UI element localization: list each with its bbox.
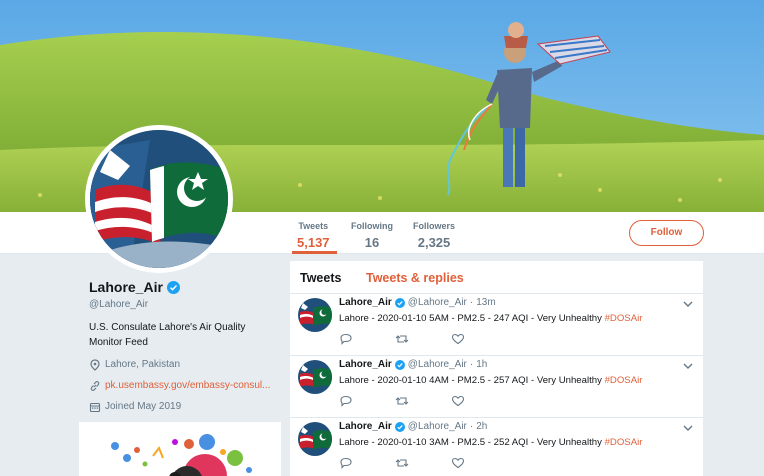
like-icon[interactable] [451,457,465,469]
link-icon [90,380,100,391]
following-stat-label: Following [351,221,393,231]
verified-badge-icon [394,297,405,308]
follow-button[interactable]: Follow [629,220,704,246]
tweet-text: Lahore - 2020-01-10 3AM - PM2.5 - 252 AQ… [339,437,642,448]
reply-icon[interactable] [339,395,353,407]
website-link[interactable]: pk.usembassy.gov/embassy-consul... [105,380,285,391]
nav-tweets-stat[interactable]: Tweets 5,137 [297,220,330,255]
profile-handle[interactable]: @Lahore_Air [89,299,289,310]
chevron-down-icon[interactable] [683,300,693,308]
tweet-separator: · [469,421,474,432]
tweet-actions [339,457,479,471]
nav-followers-stat[interactable]: Followers 2,325 [413,220,455,251]
profile-info: Lahore_Air @Lahore_Air U.S. Consulate La… [89,278,289,413]
tweet-body: Lahore - 2020-01-10 4AM - PM2.5 - 257 AQ… [339,375,605,386]
tweet-body: Lahore - 2020-01-10 5AM - PM2.5 - 247 AQ… [339,313,605,324]
tweet-author-handle[interactable]: @Lahore_Air [408,297,467,308]
illustration-card [79,422,281,476]
profile-location: Lahore, Pakistan [89,358,289,371]
tweet-body: Lahore - 2020-01-10 3AM - PM2.5 - 252 AQ… [339,437,605,448]
calendar-icon [89,402,101,412]
tweet-hashtag[interactable]: #DOSAir [605,313,643,324]
profile-website: pk.usembassy.gov/embassy-consul... [89,379,289,392]
reply-icon[interactable] [339,457,353,469]
tweet-author-name[interactable]: Lahore_Air [339,359,392,370]
profile-joined: Joined May 2019 [89,400,289,413]
like-icon[interactable] [451,333,465,345]
active-stat-underline [292,251,337,254]
tweet-timestamp[interactable]: 1h [476,359,487,370]
chevron-down-icon[interactable] [683,362,693,370]
nav-following-stat[interactable]: Following 16 [351,220,393,251]
followers-stat-label: Followers [413,221,456,231]
retweet-icon[interactable] [395,457,409,469]
tweet-timeline: Tweets Tweets & replies Lahore_Air @Laho… [290,261,703,476]
tweet-item[interactable]: Lahore_Air @Lahore_Air · 1h Lahore - 202… [290,356,703,418]
tweet-separator: · [469,297,474,308]
tweet-author-name[interactable]: Lahore_Air [339,421,392,432]
tweet-timestamp[interactable]: 2h [476,421,487,432]
tweet-actions [339,333,479,347]
tweet-actions [339,395,479,409]
tweet-author-handle[interactable]: @Lahore_Air [408,421,467,432]
tweets-stat-label: Tweets [298,221,329,231]
retweet-icon[interactable] [395,395,409,407]
tweet-hashtag[interactable]: #DOSAir [605,375,643,386]
tweet-avatar[interactable] [298,422,332,456]
tweet-separator: · [469,359,474,370]
tweet-text: Lahore - 2020-01-10 4AM - PM2.5 - 257 AQ… [339,375,642,386]
profile-name[interactable]: Lahore_Air [89,279,163,295]
chevron-down-icon[interactable] [683,424,693,432]
tab-tweets-replies[interactable]: Tweets & replies [366,271,464,285]
tweet-hashtag[interactable]: #DOSAir [605,437,643,448]
location-text: Lahore, Pakistan [105,359,181,370]
tweet-author-handle[interactable]: @Lahore_Air [408,359,467,370]
timeline-tabs: Tweets Tweets & replies [290,261,703,294]
tweet-text: Lahore - 2020-01-10 5AM - PM2.5 - 247 AQ… [339,313,642,324]
tweet-item[interactable]: Lahore_Air @Lahore_Air · 13m Lahore - 20… [290,294,703,356]
joined-text: Joined May 2019 [105,401,182,412]
retweet-icon[interactable] [395,333,409,345]
followers-stat-count: 2,325 [417,235,451,250]
verified-badge-icon [394,359,405,370]
profile-avatar[interactable] [85,125,233,273]
verified-badge-icon [394,421,405,432]
tweet-timestamp[interactable]: 13m [476,297,495,308]
tweet-avatar[interactable] [298,298,332,332]
location-pin-icon [90,358,100,371]
tweet-avatar[interactable] [298,360,332,394]
following-stat-count: 16 [364,235,380,250]
reply-icon[interactable] [339,333,353,345]
tweets-stat-count: 5,137 [297,235,330,250]
tab-tweets[interactable]: Tweets [300,271,341,285]
profile-bio: U.S. Consulate Lahore's Air Quality Moni… [89,322,246,348]
tweet-item[interactable]: Lahore_Air @Lahore_Air · 2h Lahore - 202… [290,418,703,476]
verified-badge-icon [166,280,180,294]
like-icon[interactable] [451,395,465,407]
tweet-author-name[interactable]: Lahore_Air [339,297,392,308]
